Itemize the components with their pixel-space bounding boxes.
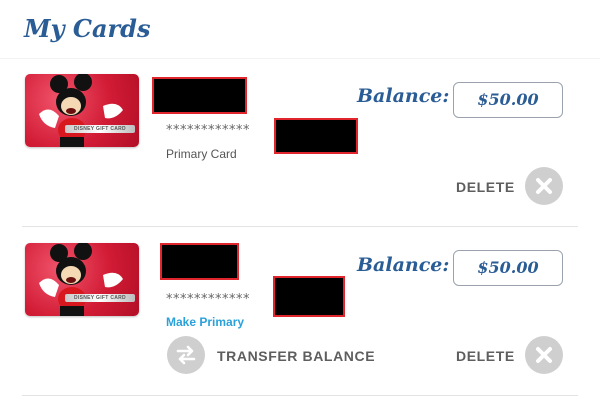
primary-card-label: Primary Card: [166, 147, 237, 161]
transfer-arrows-icon: [176, 345, 196, 365]
delete-button-label[interactable]: DELETE: [456, 179, 515, 195]
card-brand-label: DISNEY GIFT CARD: [65, 294, 135, 302]
row-divider: [22, 395, 578, 396]
balance-label: Balance:: [357, 254, 450, 276]
redacted-name: [160, 243, 239, 280]
row-divider: [22, 226, 578, 227]
card-brand-label: DISNEY GIFT CARD: [65, 125, 135, 133]
close-icon: [536, 347, 552, 363]
gift-card-row: DISNEY GIFT CARD ************ Primary Ca…: [0, 60, 600, 228]
make-primary-link[interactable]: Make Primary: [166, 315, 244, 329]
delete-button-label[interactable]: DELETE: [456, 348, 515, 364]
gift-card-image: DISNEY GIFT CARD: [25, 243, 139, 316]
delete-button[interactable]: [525, 336, 563, 374]
transfer-balance-button[interactable]: [167, 336, 205, 374]
gift-card-row: DISNEY GIFT CARD ************ Make Prima…: [0, 229, 600, 397]
redacted-card-digits: [273, 276, 345, 317]
masked-card-number: ************: [166, 292, 250, 307]
redacted-card-digits: [274, 118, 358, 154]
balance-value: $50.00: [453, 82, 563, 118]
transfer-balance-label[interactable]: TRANSFER BALANCE: [217, 348, 375, 364]
balance-label: Balance:: [357, 85, 450, 107]
mickey-icon: [39, 74, 123, 147]
header-divider: [0, 58, 600, 59]
mickey-icon: [39, 243, 123, 316]
close-icon: [536, 178, 552, 194]
balance-value: $50.00: [453, 250, 563, 286]
delete-button[interactable]: [525, 167, 563, 205]
masked-card-number: ************: [166, 123, 250, 138]
gift-card-image: DISNEY GIFT CARD: [25, 74, 139, 147]
page-title: My Cards: [24, 14, 151, 43]
redacted-name: [152, 77, 247, 114]
